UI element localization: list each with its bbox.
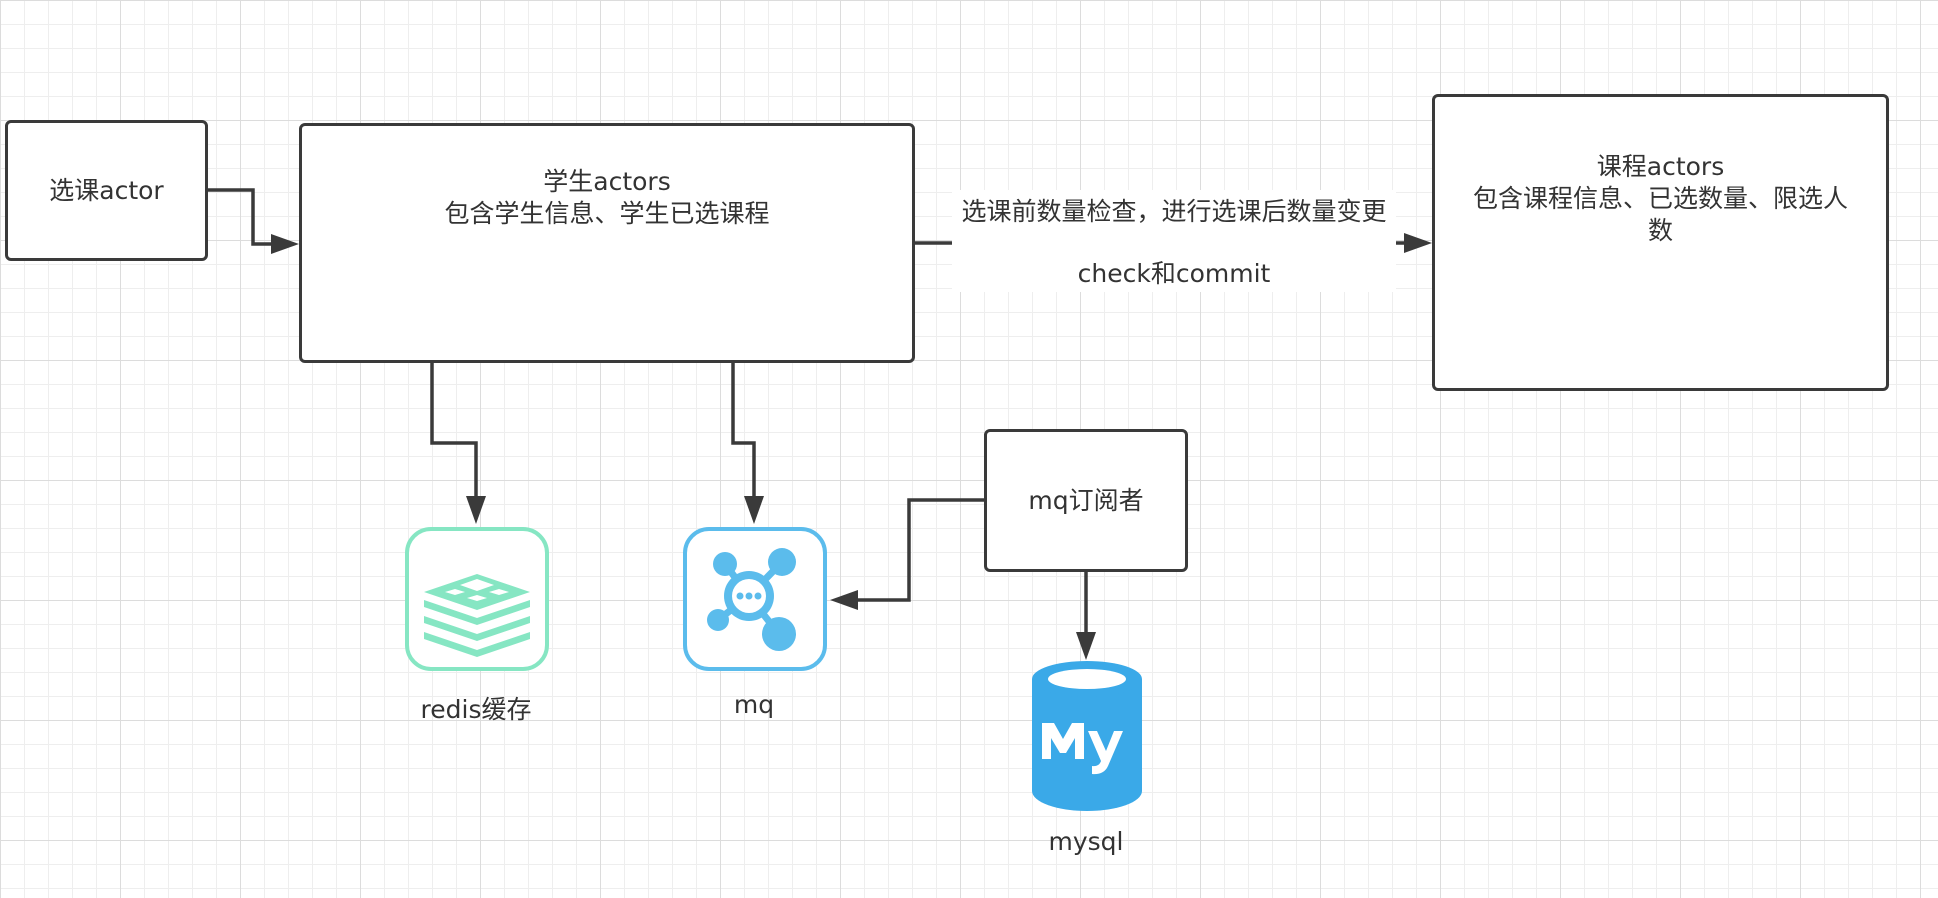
arrowhead-mq-left (830, 590, 858, 610)
edge-label-line-2: check和commit (1077, 259, 1271, 288)
student-actors-title: 学生actors (543, 167, 671, 196)
select-course-actor-box[interactable]: 选课actor (5, 120, 208, 261)
connector-student-to-mq (731, 363, 756, 496)
redis-label: redis缓存 (420, 695, 532, 724)
course-actors-description: 包含课程信息、已选数量、限选人 (1472, 184, 1848, 213)
mysql-label: mysql (1048, 827, 1124, 856)
arrowhead-student (271, 234, 299, 254)
connector-student-to-redis (430, 363, 478, 496)
select-course-actor-label: 选课actor (49, 175, 164, 205)
course-actors-box[interactable]: 课程actors 包含课程信息、已选数量、限选人 数 (1432, 94, 1889, 391)
connector-subscriber-to-mq (858, 498, 984, 602)
redis-icon[interactable] (404, 526, 550, 672)
connector-select-to-student (208, 188, 272, 246)
edge-label-student-to-course: 选课前数量检查，进行选课后数量变更 check和commit (952, 190, 1396, 292)
course-actors-title: 课程actors (1596, 152, 1725, 181)
edge-label-line-1: 选课前数量检查，进行选课后数量变更 (961, 197, 1387, 226)
student-actors-description: 包含学生信息、学生已选课程 (444, 199, 770, 228)
mq-subscriber-box[interactable]: mq订阅者 (984, 429, 1188, 572)
mq-label: mq (733, 690, 775, 719)
student-actors-box[interactable]: 学生actors 包含学生信息、学生已选课程 (299, 123, 915, 363)
mq-subscriber-label: mq订阅者 (1028, 485, 1144, 515)
mysql-database-icon[interactable] (1028, 659, 1146, 815)
arrowhead-course (1404, 233, 1432, 253)
message-queue-icon[interactable] (682, 526, 828, 672)
arrowhead-mysql (1076, 632, 1096, 660)
course-actors-description-cont: 数 (1647, 216, 1673, 245)
arrowhead-redis (466, 496, 486, 524)
arrowhead-mq (744, 496, 764, 524)
